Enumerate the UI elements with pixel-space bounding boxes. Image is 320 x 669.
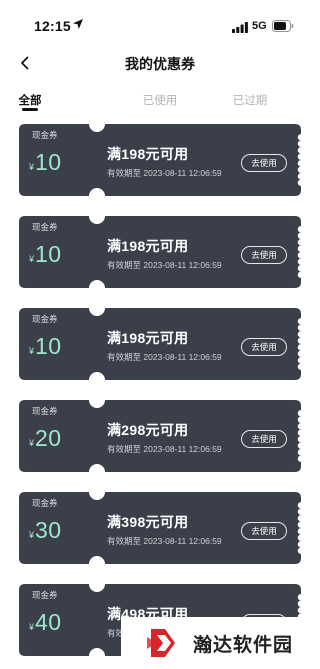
use-coupon-button[interactable]: 去使用	[241, 246, 287, 264]
coupon-tag: 现金券	[32, 222, 58, 232]
tab-all[interactable]: 全部	[0, 92, 60, 108]
signal-icon	[232, 22, 248, 33]
coupon-value: 10	[35, 241, 62, 267]
watermark: 瀚达软件园	[121, 617, 320, 669]
location-arrow-icon	[73, 19, 83, 29]
coupon-amount: ¥30	[29, 517, 62, 544]
coupon-amount: ¥10	[29, 333, 62, 360]
coupon-amount: ¥10	[29, 241, 62, 268]
coupon-amount: ¥40	[29, 609, 62, 636]
coupon-value: 10	[35, 333, 62, 359]
network-label: 5G	[252, 20, 267, 32]
coupon-condition: 满198元可用	[107, 330, 189, 346]
status-time: 12:15	[34, 18, 71, 34]
use-coupon-button[interactable]: 去使用	[241, 430, 287, 448]
coupon-currency: ¥	[29, 622, 35, 632]
status-bar: 12:15 5G	[0, 0, 320, 46]
coupon-currency: ¥	[29, 530, 35, 540]
coupon-tag: 现金券	[32, 314, 58, 324]
coupon-condition: 满298元可用	[107, 422, 189, 438]
coupon-card: 现金券 ¥20 满298元可用有效期至 2023-08-11 12:06:59 去使用	[19, 400, 301, 472]
coupon-currency: ¥	[29, 254, 35, 264]
coupon-validity: 有效期至 2023-08-11 12:06:59	[107, 536, 222, 546]
coupon-currency: ¥	[29, 438, 35, 448]
coupon-amount: ¥20	[29, 425, 62, 452]
coupon-tag: 现金券	[32, 406, 58, 416]
tab-active-indicator	[22, 108, 38, 111]
coupon-value: 10	[35, 149, 62, 175]
nav-bar: 我的优惠券	[0, 46, 320, 78]
battery-icon	[272, 20, 294, 32]
use-coupon-button[interactable]: 去使用	[241, 338, 287, 356]
coupon-tag: 现金券	[32, 130, 58, 140]
tab-used[interactable]: 已使用	[130, 92, 190, 108]
coupon-condition: 满198元可用	[107, 146, 189, 162]
coupon-currency: ¥	[29, 346, 35, 356]
coupon-tag: 现金券	[32, 590, 58, 600]
coupon-tag: 现金券	[32, 498, 58, 508]
coupon-validity: 有效期至 2023-08-11 12:06:59	[107, 168, 222, 178]
coupon-value: 20	[35, 425, 62, 451]
coupon-validity: 有效期至 2023-08-11 12:06:59	[107, 260, 222, 270]
coupon-card: 现金券 ¥10 满198元可用有效期至 2023-08-11 12:06:59 去使用	[19, 216, 301, 288]
coupon-currency: ¥	[29, 162, 35, 172]
coupon-card: 现金券 ¥10 满198元可用有效期至 2023-08-11 12:06:59 去使用	[19, 308, 301, 380]
coupon-card: 现金券 ¥30 满398元可用有效期至 2023-08-11 12:06:59 去使用	[19, 492, 301, 564]
use-coupon-button[interactable]: 去使用	[241, 522, 287, 540]
tab-bar: 全部 已使用 已过期	[0, 86, 320, 114]
watermark-text: 瀚达软件园	[193, 634, 294, 656]
tab-expired[interactable]: 已过期	[220, 92, 280, 108]
coupon-validity: 有效期至 2023-08-11 12:06:59	[107, 352, 222, 362]
handa-logo	[147, 629, 175, 657]
coupon-condition: 满198元可用	[107, 238, 189, 254]
coupon-amount: ¥10	[29, 149, 62, 176]
coupon-condition: 满398元可用	[107, 514, 189, 530]
coupon-validity: 有效期至 2023-08-11 12:06:59	[107, 444, 222, 454]
coupon-value: 30	[35, 517, 62, 543]
use-coupon-button[interactable]: 去使用	[241, 154, 287, 172]
coupon-card: 现金券 ¥10 满198元可用有效期至 2023-08-11 12:06:59 去使用	[19, 124, 301, 196]
page-title: 我的优惠券	[125, 56, 195, 72]
coupon-value: 40	[35, 609, 62, 635]
